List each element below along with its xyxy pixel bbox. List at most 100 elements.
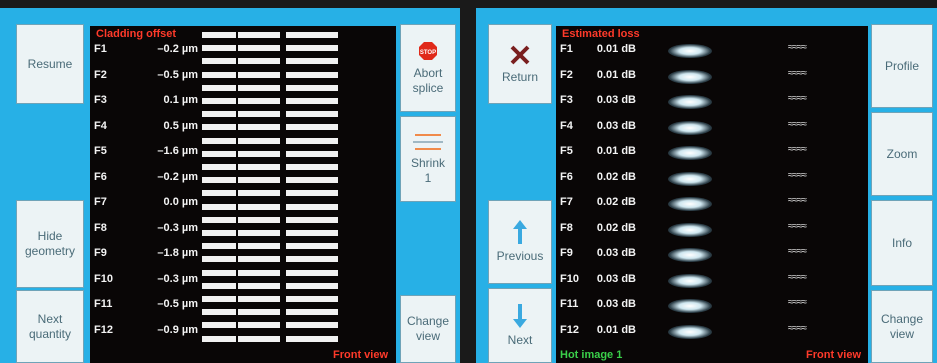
fiber-geometry-bar — [202, 177, 236, 184]
previous-button[interactable]: Previous — [488, 200, 552, 284]
abort-splice-button[interactable]: STOP Abort splice — [400, 24, 456, 112]
fiber-geometry-bar — [286, 45, 338, 52]
fiber-hot-image — [668, 197, 712, 211]
close-icon — [510, 45, 530, 64]
fiber-label: F4 — [560, 119, 573, 132]
fiber-label: F2 — [560, 68, 573, 81]
change-view-label-1: Change — [406, 314, 450, 328]
fiber-hot-image — [668, 95, 712, 109]
fiber-geometry-bar — [238, 243, 280, 250]
zoom-button[interactable]: Zoom — [871, 112, 933, 196]
info-button[interactable]: Info — [871, 200, 933, 286]
fiber-geometry-bar — [238, 230, 280, 236]
fiber-geometry-bar — [238, 322, 280, 329]
view-mode-label: Front view — [333, 349, 389, 361]
cladding-offset-value: –0.2 µm — [157, 43, 198, 55]
fiber-geometry-bar — [202, 137, 236, 144]
fiber-geometry-bar — [238, 216, 280, 223]
shrink-button[interactable]: Shrink 1 — [400, 116, 456, 202]
fiber-geometry-bar — [286, 177, 338, 184]
fiber-geometry-bar — [238, 124, 280, 131]
fiber-geometry-bar — [202, 230, 236, 236]
change-view-label-2: view — [415, 329, 440, 343]
arrow-down-icon — [513, 303, 527, 328]
fiber-geometry-bar — [238, 296, 280, 302]
return-label: Return — [501, 69, 539, 84]
estimated-loss-value: 0.01 dB — [596, 68, 636, 81]
fiber-label: F7 — [94, 196, 107, 208]
arrow-up-icon — [513, 220, 527, 244]
fiber-label: F11 — [94, 298, 113, 310]
change-view-button[interactable]: Change view — [871, 290, 933, 363]
fiber-label: F12 — [94, 323, 113, 336]
fiber-profile-trace: ≈≈≈≈ — [788, 195, 807, 206]
fiber-hot-image — [668, 69, 712, 84]
cladding-offset-value: –0.3 µm — [157, 221, 198, 234]
fiber-hot-image — [668, 222, 712, 237]
view-title: Cladding offset — [96, 28, 177, 40]
fiber-label: F8 — [560, 221, 573, 234]
next-button[interactable]: Next — [488, 288, 552, 363]
fiber-geometry-bar — [202, 309, 236, 316]
fiber-geometry-bar — [202, 32, 236, 38]
profile-label: Profile — [884, 58, 919, 73]
cladding-offset-value: 0.0 µm — [163, 196, 198, 208]
fiber-geometry-bar — [286, 164, 338, 170]
fiber-geometry-bar — [202, 164, 236, 170]
fiber-geometry-bar — [202, 256, 236, 263]
fiber-geometry-bar — [202, 124, 236, 131]
abort-label-2: splice — [412, 80, 444, 95]
next-quantity-button[interactable]: Next quantity — [16, 290, 84, 363]
resume-button[interactable]: Resume — [16, 24, 84, 104]
hide-geometry-label-2: geometry — [24, 244, 76, 258]
fiber-geometry-bar — [202, 322, 236, 329]
fiber-geometry-bar — [238, 164, 280, 170]
fiber-geometry-bar — [286, 335, 338, 342]
hide-geometry-label-1: Hide — [37, 229, 63, 243]
fiber-hot-image — [668, 324, 712, 339]
fiber-geometry-bar — [202, 98, 236, 104]
change-view-button[interactable]: Change view — [400, 295, 456, 363]
estimated-loss-value: 0.03 dB — [596, 298, 636, 310]
abort-label-1: Abort — [413, 65, 443, 80]
estimated-loss-value: 0.03 dB — [596, 247, 636, 259]
fiber-geometry-bar — [238, 45, 280, 52]
fiber-profile-trace: ≈≈≈≈ — [788, 246, 807, 257]
fiber-label: F4 — [94, 119, 107, 132]
cladding-offset-value: –0.9 µm — [157, 323, 198, 336]
hot-image-label: Hot image 1 — [560, 349, 623, 361]
fiber-label: F5 — [94, 145, 107, 157]
fiber-profile-trace: ≈≈≈≈ — [788, 220, 807, 232]
fiber-geometry-bar — [286, 32, 338, 38]
fiber-geometry-bar — [202, 335, 236, 342]
fiber-geometry-bar — [286, 269, 338, 276]
cladding-offset-value: –0.5 µm — [157, 68, 198, 81]
info-label: Info — [891, 235, 912, 250]
fiber-geometry-bar — [238, 335, 280, 342]
estimated-loss-value: 0.01 dB — [596, 43, 636, 55]
fiber-geometry-bar — [286, 137, 338, 144]
fiber-geometry-bar — [238, 203, 280, 210]
cladding-offset-view: Cladding offset F1 –0.2 µm F2 –0.5 µm F3 0.1 … — [90, 26, 396, 363]
fiber-geometry-bar — [202, 111, 236, 118]
fiber-geometry-bar — [202, 150, 236, 157]
fiber-geometry-bar — [238, 269, 280, 276]
hide-geometry-button[interactable]: Hide geometry — [16, 200, 84, 288]
fiber-geometry-bar — [238, 190, 280, 197]
fiber-profile-trace: ≈≈≈≈ — [788, 93, 807, 104]
fiber-label: F9 — [94, 247, 107, 259]
estimated-loss-value: 0.01 dB — [596, 323, 636, 336]
fiber-geometry-bar — [238, 309, 280, 316]
fiber-geometry-bar — [286, 98, 338, 104]
fiber-label: F1 — [560, 43, 573, 55]
fiber-geometry-bar — [202, 282, 236, 289]
cladding-offset-value: –0.5 µm — [157, 298, 198, 310]
fiber-label: F11 — [560, 298, 579, 310]
cladding-offset-value: –1.8 µm — [157, 247, 198, 259]
return-button[interactable]: Return — [488, 24, 552, 104]
next-quantity-label-2: quantity — [28, 326, 72, 341]
profile-button[interactable]: Profile — [871, 24, 933, 108]
fiber-profile-trace: ≈≈≈≈ — [788, 271, 807, 283]
fiber-geometry-bar — [202, 58, 236, 65]
fiber-geometry-bar — [286, 309, 338, 316]
